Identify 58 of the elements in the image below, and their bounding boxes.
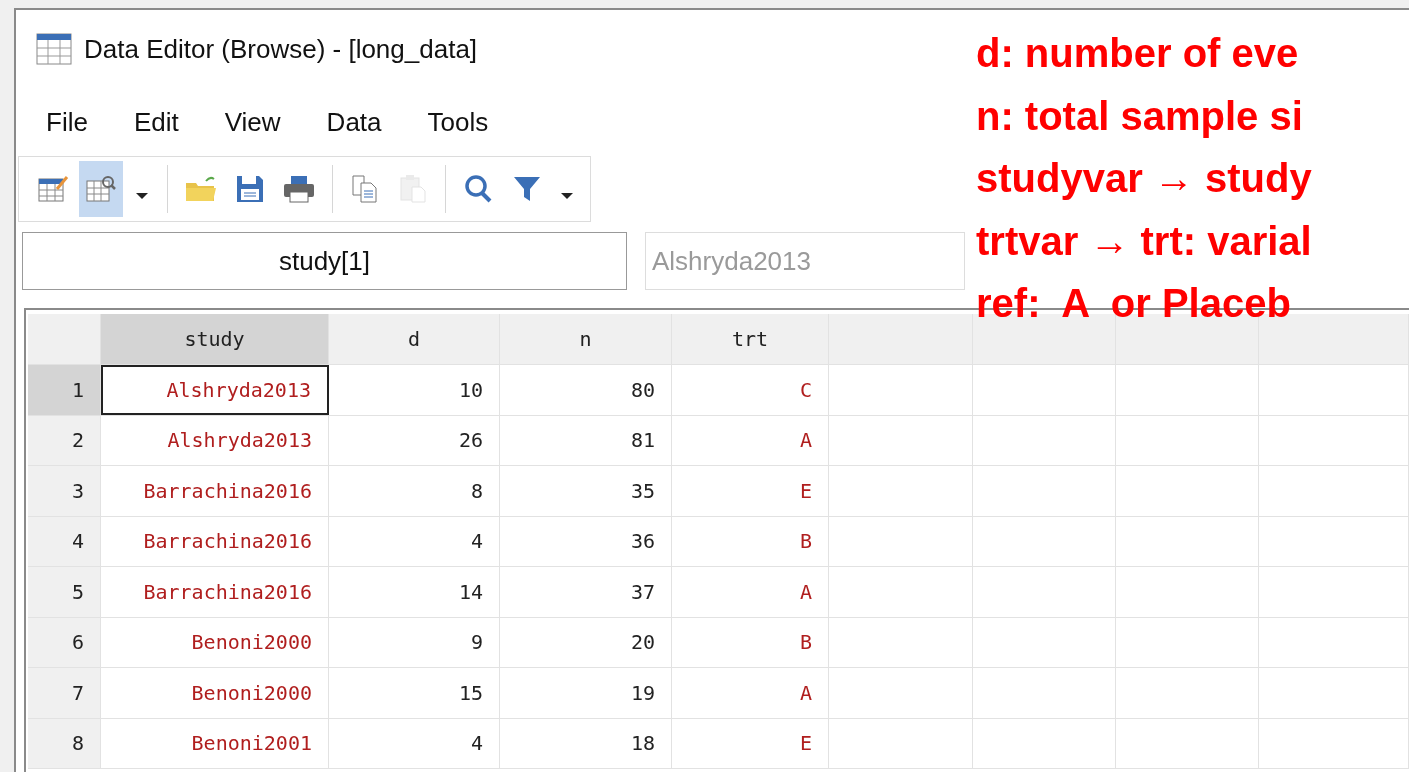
menu-item[interactable]: File — [34, 102, 100, 142]
table-cell: A — [672, 668, 829, 718]
annotation-text: studyvar → study — [976, 155, 1312, 202]
row-number[interactable]: 7 — [28, 668, 101, 718]
table-cell: 15 — [329, 668, 500, 718]
menu-item[interactable]: View — [212, 102, 293, 142]
table-cell: Barrachina2016 — [101, 516, 329, 566]
annotation-text: d: number of eve — [976, 30, 1300, 77]
row-number[interactable]: 1 — [28, 365, 101, 415]
table-cell: Barrachina2016 — [101, 466, 329, 516]
table-cell: 80 — [500, 365, 672, 415]
window-title: Data Editor (Browse) - [long_data] — [84, 32, 478, 66]
column-header[interactable]: trt — [672, 314, 829, 364]
table-cell: C — [672, 365, 829, 415]
annotation-text: ref: A or Placeb — [976, 280, 1292, 327]
table-cell: E — [672, 466, 829, 516]
table-cell: Alshryda2013 — [101, 415, 329, 465]
row-number[interactable]: 6 — [28, 617, 101, 667]
table-cell: Benoni2000 — [101, 668, 329, 718]
column-header[interactable]: n — [500, 314, 672, 364]
table-cell: 19 — [500, 668, 672, 718]
table-cell: 10 — [329, 365, 500, 415]
column-header[interactable]: d — [329, 314, 500, 364]
table-cell: 4 — [329, 516, 500, 566]
cell-name-field[interactable]: study[1] — [22, 232, 627, 290]
table-cell: 9 — [329, 617, 500, 667]
row-number[interactable]: 8 — [28, 718, 101, 768]
table-cell: Benoni2000 — [101, 617, 329, 667]
menu-item[interactable]: Edit — [121, 102, 191, 142]
table-cell: Alshryda2013 — [101, 365, 329, 415]
table-cell: Barrachina2016 — [101, 567, 329, 617]
table-icon — [36, 33, 72, 65]
table-cell: 8 — [329, 466, 500, 516]
table-cell: 37 — [500, 567, 672, 617]
table-cell: 35 — [500, 466, 672, 516]
menu-item[interactable]: Tools — [415, 102, 501, 142]
table-cell: B — [672, 516, 829, 566]
column-header[interactable]: study — [101, 314, 329, 364]
table-cell: 26 — [329, 415, 500, 465]
row-number[interactable]: 5 — [28, 567, 101, 617]
row-number[interactable]: 2 — [28, 415, 101, 465]
table-cell: 4 — [329, 718, 500, 768]
table-cell: B — [672, 617, 829, 667]
table-cell: 18 — [500, 718, 672, 768]
table-cell: E — [672, 718, 829, 768]
annotation-text: n: total sample si — [976, 92, 1304, 140]
table-cell: Benoni2001 — [101, 718, 329, 768]
table-search-icon[interactable] — [79, 161, 123, 217]
row-number[interactable]: 4 — [28, 516, 101, 566]
table-cell: 14 — [329, 567, 500, 617]
table-cell: 20 — [500, 617, 672, 667]
table-cell: 81 — [500, 415, 672, 465]
annotation-text: trtvar → trt: varial — [976, 217, 1312, 265]
table-cell: 36 — [500, 516, 672, 566]
menu-item[interactable]: Data — [314, 102, 394, 142]
table-cell: A — [672, 415, 829, 465]
table-cell: A — [672, 567, 829, 617]
row-number[interactable]: 3 — [28, 466, 101, 516]
